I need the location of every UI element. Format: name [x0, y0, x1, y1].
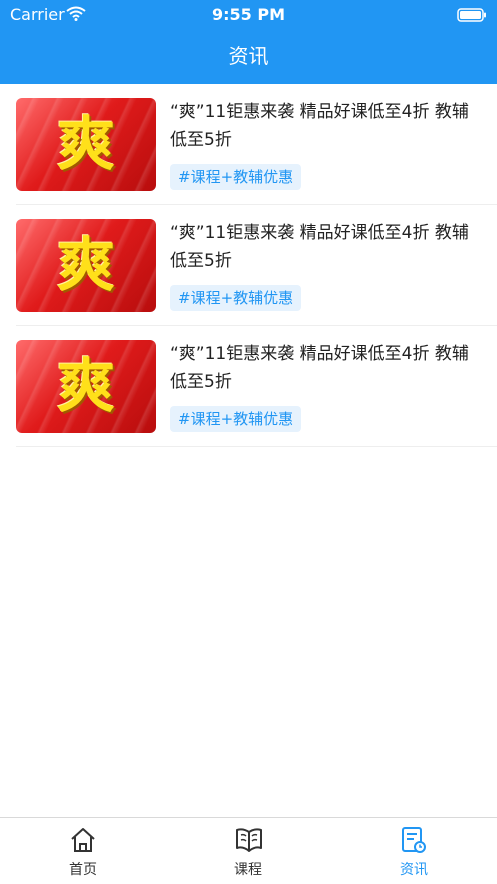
- page-title: 资讯: [228, 44, 269, 68]
- news-thumbnail: 爽: [16, 98, 156, 191]
- news-thumbnail: 爽: [16, 219, 156, 312]
- news-list: 爽 “爽”11钜惠来袭 精品好课低至4折 教辅低至5折 #课程+教辅优惠 爽 “…: [0, 84, 497, 447]
- news-item[interactable]: 爽 “爽”11钜惠来袭 精品好课低至4折 教辅低至5折 #课程+教辅优惠: [16, 84, 497, 205]
- news-tag[interactable]: #课程+教辅优惠: [170, 406, 302, 432]
- news-thumbnail: 爽: [16, 340, 156, 433]
- tab-bar: 首页 课程 资讯: [0, 817, 497, 884]
- news-title: “爽”11钜惠来袭 精品好课低至4折 教辅低至5折: [170, 344, 469, 392]
- news-title: “爽”11钜惠来袭 精品好课低至4折 教辅低至5折: [170, 223, 469, 271]
- tab-courses-label: 课程: [234, 862, 262, 878]
- tab-home-label: 首页: [69, 862, 97, 878]
- status-time: 9:55 PM: [211, 5, 285, 24]
- news-title: “爽”11钜惠来袭 精品好课低至4折 教辅低至5折: [170, 102, 469, 150]
- news-item[interactable]: 爽 “爽”11钜惠来袭 精品好课低至4折 教辅低至5折 #课程+教辅优惠: [16, 205, 497, 326]
- tab-courses[interactable]: 课程: [188, 818, 308, 884]
- thumbnail-text: 爽: [56, 352, 115, 420]
- top-header: Carrier 9:55 PM 资讯: [0, 0, 497, 84]
- battery-icon: [457, 7, 487, 26]
- book-icon: [236, 828, 262, 852]
- news-tag[interactable]: #课程+教辅优惠: [170, 285, 302, 311]
- thumbnail-text: 爽: [56, 110, 115, 178]
- thumbnail-text: 爽: [56, 231, 115, 299]
- status-bar: Carrier 9:55 PM: [0, 0, 497, 28]
- home-icon: [71, 828, 95, 852]
- tab-news-label: 资讯: [400, 862, 428, 878]
- tab-home[interactable]: 首页: [23, 818, 143, 884]
- news-tag[interactable]: #课程+教辅优惠: [170, 164, 302, 190]
- tab-news[interactable]: 资讯: [354, 818, 474, 884]
- news-item[interactable]: 爽 “爽”11钜惠来袭 精品好课低至4折 教辅低至5折 #课程+教辅优惠: [16, 326, 497, 447]
- news-icon: [402, 827, 426, 853]
